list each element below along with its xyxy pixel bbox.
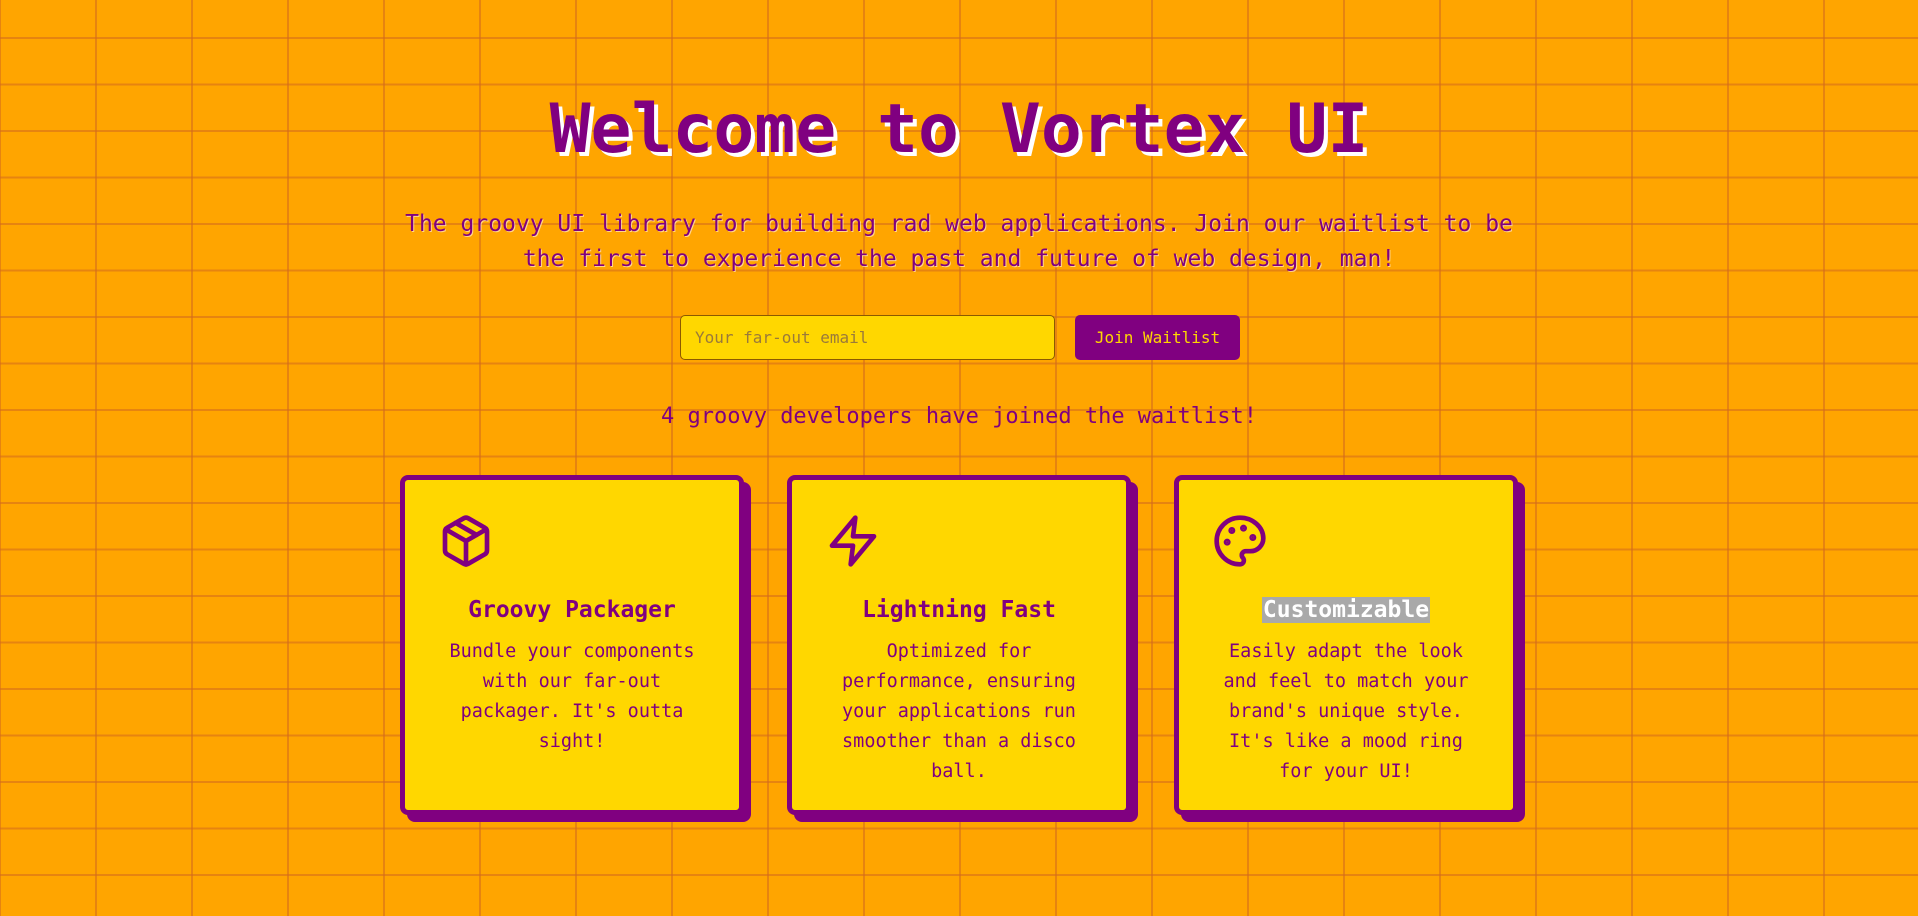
join-waitlist-button[interactable]: Join Waitlist: [1075, 315, 1240, 360]
email-input[interactable]: [680, 315, 1055, 360]
feature-card-groovy-packager: Groovy Packager Bundle your components w…: [400, 475, 744, 815]
feature-card-customizable: Customizable Easily adapt the look and f…: [1174, 475, 1518, 815]
feature-title: Lightning Fast: [862, 597, 1056, 623]
feature-description: Easily adapt the look and feel to match …: [1223, 641, 1469, 782]
lightning-icon: [825, 513, 881, 569]
feature-description: Bundle your components with our far-out …: [449, 641, 695, 752]
palette-icon: [1212, 513, 1268, 569]
page-title: Welcome to Vortex UI: [549, 90, 1369, 169]
feature-title: Groovy Packager: [468, 597, 676, 623]
feature-description: Optimized for performance, ensuring your…: [842, 641, 1076, 782]
feature-title: Customizable: [1261, 597, 1431, 623]
package-icon: [438, 513, 494, 569]
waitlist-count-text: 4 groovy developers have joined the wait…: [660, 404, 1258, 429]
hero-subtitle: The groovy UI library for building rad w…: [405, 211, 1513, 272]
feature-card-lightning-fast: Lightning Fast Optimized for performance…: [787, 475, 1131, 815]
